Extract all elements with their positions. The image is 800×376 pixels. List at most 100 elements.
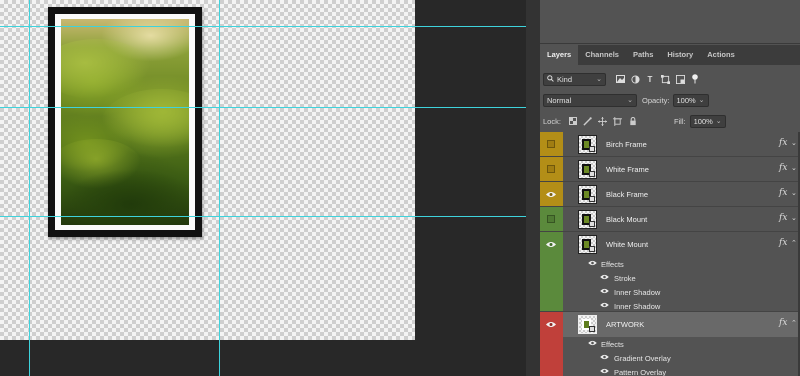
layer-color-label: [540, 285, 563, 299]
layer-thumbnail[interactable]: [578, 235, 597, 254]
fx-icon[interactable]: fx: [779, 188, 787, 198]
layer-thumbnail[interactable]: [578, 210, 597, 229]
layer-thumbnail[interactable]: [578, 160, 597, 179]
effects-group[interactable]: Effects: [540, 257, 800, 271]
layers-panel: Layers Channels Paths History Actions Ki…: [540, 0, 800, 376]
tab-paths[interactable]: Paths: [626, 45, 660, 65]
fx-icon[interactable]: fx: [779, 138, 787, 148]
eye-icon[interactable]: [544, 318, 558, 330]
layer-black-mount[interactable]: Black Mount fx ⌄: [540, 207, 800, 232]
effects-label[interactable]: Effects: [601, 340, 624, 349]
guide-horizontal[interactable]: [0, 107, 526, 108]
shape-filter-icon[interactable]: [660, 74, 670, 84]
chevron-down-icon: ⌄: [698, 96, 705, 104]
canvas-area[interactable]: [0, 0, 526, 376]
effect-name[interactable]: Stroke: [614, 274, 636, 283]
fill-label: Fill:: [673, 116, 686, 126]
layer-white-frame[interactable]: White Frame fx ⌄: [540, 157, 800, 182]
lock-artboard-icon[interactable]: [613, 116, 623, 126]
tab-layers[interactable]: Layers: [540, 45, 579, 65]
layer-thumbnail[interactable]: [578, 135, 597, 154]
adjustment-filter-icon[interactable]: [630, 74, 640, 84]
chevron-down-icon[interactable]: ⌄: [791, 214, 797, 222]
visibility-toggle[interactable]: [544, 138, 558, 150]
lock-transparent-icon[interactable]: [568, 116, 578, 126]
fx-icon[interactable]: fx: [779, 213, 787, 223]
eye-icon[interactable]: [600, 354, 609, 360]
layer-name[interactable]: White Mount: [606, 240, 648, 249]
chevron-up-icon[interactable]: ⌃: [791, 239, 797, 247]
effect-item[interactable]: Stroke: [540, 271, 800, 285]
opacity-field[interactable]: 100% ⌄: [672, 93, 709, 107]
smart-object-filter-icon[interactable]: [675, 74, 685, 84]
eye-icon[interactable]: [600, 368, 609, 374]
layer-color-label: [540, 351, 563, 365]
tab-history[interactable]: History: [660, 45, 700, 65]
layer-thumbnail[interactable]: [578, 315, 597, 334]
fx-icon[interactable]: fx: [779, 238, 787, 248]
filter-toggle-icon[interactable]: [690, 74, 700, 84]
layer-black-frame[interactable]: Black Frame fx ⌄: [540, 182, 800, 207]
effects-label[interactable]: Effects: [601, 260, 624, 269]
effect-name[interactable]: Inner Shadow: [614, 302, 660, 311]
eye-icon[interactable]: [600, 288, 609, 294]
chevron-down-icon[interactable]: ⌄: [791, 139, 797, 147]
artwork-landscape-image: [61, 19, 189, 225]
guide-vertical[interactable]: [29, 0, 30, 376]
fill-value: 100%: [693, 116, 713, 126]
eye-icon[interactable]: [544, 238, 558, 250]
layer-name[interactable]: ARTWORK: [606, 320, 644, 329]
lock-all-icon[interactable]: [628, 116, 638, 126]
chevron-down-icon[interactable]: ⌄: [791, 189, 797, 197]
effects-group[interactable]: Effects: [540, 337, 800, 351]
fill-field[interactable]: 100% ⌄: [689, 114, 726, 128]
layer-birch-frame[interactable]: Birch Frame fx ⌄: [540, 132, 800, 157]
lock-label: Lock:: [543, 116, 561, 126]
visibility-toggle[interactable]: [544, 163, 558, 175]
type-filter-icon[interactable]: T: [645, 74, 655, 84]
layer-name[interactable]: White Frame: [606, 165, 649, 174]
effect-item[interactable]: Inner Shadow: [540, 285, 800, 299]
lock-row: Lock: Fill: 100% ⌄: [540, 112, 800, 130]
effect-item[interactable]: Pattern Overlay: [540, 365, 800, 376]
effect-name[interactable]: Pattern Overlay: [614, 368, 666, 376]
filter-kind-label: Kind: [557, 74, 573, 84]
image-filter-icon[interactable]: [615, 74, 625, 84]
guide-vertical[interactable]: [219, 0, 220, 376]
effect-name[interactable]: Gradient Overlay: [614, 354, 671, 363]
eye-icon[interactable]: [588, 260, 597, 266]
eye-icon[interactable]: [600, 274, 609, 280]
layer-color-label: [540, 299, 563, 311]
fx-icon[interactable]: fx: [779, 163, 787, 173]
effect-item[interactable]: Gradient Overlay: [540, 351, 800, 365]
white-mount-graphic: [55, 14, 195, 230]
guide-horizontal[interactable]: [0, 26, 526, 27]
filter-kind-select[interactable]: Kind ⌄: [543, 72, 606, 86]
layer-color-label: [540, 271, 563, 285]
layer-name[interactable]: Birch Frame: [606, 140, 647, 149]
blend-mode-select[interactable]: Normal ⌄: [543, 93, 637, 107]
lock-paint-icon[interactable]: [583, 116, 593, 126]
guide-horizontal[interactable]: [0, 216, 526, 217]
document-canvas[interactable]: [0, 0, 415, 340]
eye-icon[interactable]: [544, 188, 558, 200]
eye-icon[interactable]: [588, 340, 597, 346]
layer-white-mount[interactable]: White Mount fx ⌃: [540, 232, 800, 257]
layer-thumbnail[interactable]: [578, 185, 597, 204]
chevron-up-icon[interactable]: ⌃: [791, 319, 797, 327]
tab-channels[interactable]: Channels: [578, 45, 626, 65]
chevron-down-icon[interactable]: ⌄: [791, 164, 797, 172]
layer-name[interactable]: Black Frame: [606, 190, 648, 199]
blend-mode-value: Normal: [547, 95, 572, 105]
tab-actions[interactable]: Actions: [700, 45, 742, 65]
effect-item[interactable]: Inner Shadow: [540, 299, 800, 312]
layer-name[interactable]: Black Mount: [606, 215, 647, 224]
lock-position-icon[interactable]: [598, 116, 608, 126]
effect-name[interactable]: Inner Shadow: [614, 288, 660, 297]
eye-icon[interactable]: [600, 302, 609, 308]
chevron-down-icon: ⌄: [715, 117, 722, 125]
visibility-toggle[interactable]: [544, 213, 558, 225]
panel-top-area: [540, 0, 800, 44]
layer-artwork[interactable]: ARTWORK fx ⌃: [540, 312, 800, 337]
fx-icon[interactable]: fx: [779, 318, 787, 328]
